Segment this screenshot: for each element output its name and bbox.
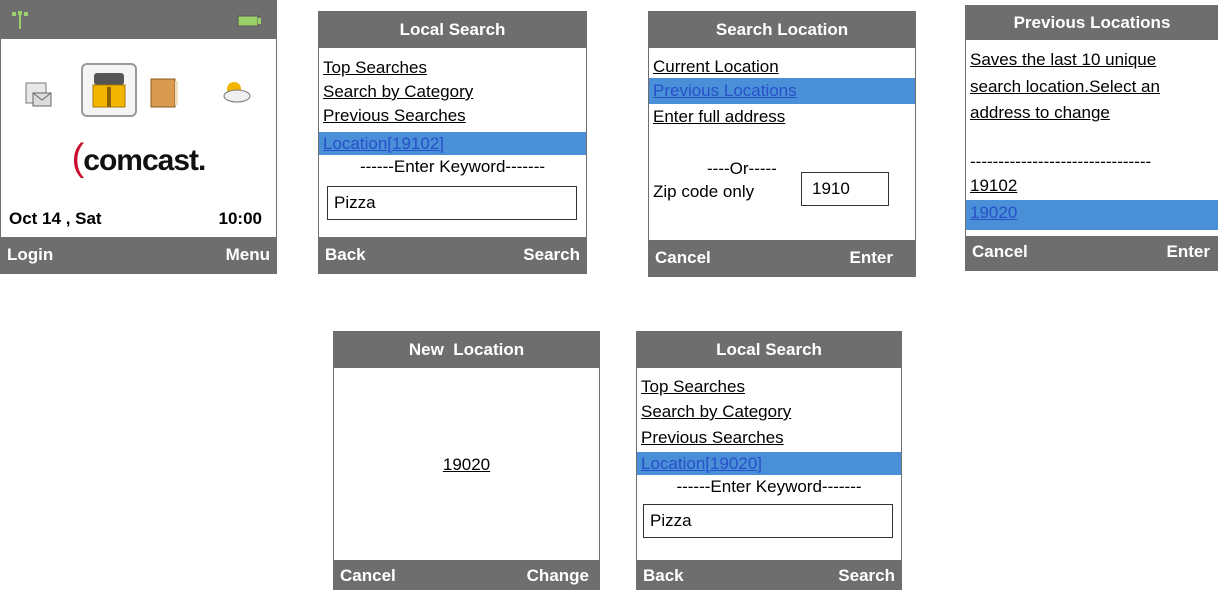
cancel-softkey[interactable]: Cancel [655, 240, 711, 276]
top-searches-link[interactable]: Top Searches [637, 375, 901, 398]
cancel-softkey[interactable]: Cancel [972, 236, 1028, 268]
back-softkey[interactable]: Back [325, 237, 366, 273]
location-link[interactable]: Location[19102] [319, 132, 586, 155]
location-link[interactable]: Location[19020] [637, 452, 901, 475]
login-softkey[interactable]: Login [7, 237, 53, 273]
signal-icon [12, 11, 28, 29]
search-by-category-link[interactable]: Search by Category [637, 400, 901, 423]
keyword-label: ------Enter Keyword------- [676, 477, 862, 496]
change-softkey[interactable]: Change [527, 561, 589, 590]
screen-title: Previous Locations [966, 6, 1218, 40]
search-softkey[interactable]: Search [523, 237, 580, 273]
previous-searches-link[interactable]: Previous Searches [319, 104, 586, 127]
phonebook-icon[interactable] [81, 63, 137, 117]
or-label: ----Or----- [707, 159, 777, 178]
location-item-19020[interactable]: 19020 [966, 200, 1218, 230]
description-line-2: search location.Select an [970, 77, 1160, 96]
weather-icon[interactable] [219, 79, 253, 105]
comcast-logo: (comcast. [1, 137, 276, 179]
zip-input[interactable]: 1910 [801, 172, 889, 206]
previous-locations-screen: Previous Locations Saves the last 10 uni… [965, 5, 1218, 271]
previous-locations-link[interactable]: Previous Locations [649, 78, 915, 104]
enter-softkey[interactable]: Enter [850, 240, 893, 276]
softkey-bar: Cancel Enter [966, 236, 1218, 270]
battery-icon [237, 15, 261, 27]
keyword-input[interactable]: Pizza [327, 186, 577, 220]
softkey-bar: Login Menu [1, 237, 276, 273]
back-softkey[interactable]: Back [643, 561, 684, 590]
screen-title: Search Location [649, 12, 915, 48]
location-item-19102[interactable]: 19102 [966, 174, 1218, 197]
description-line-1: Saves the last 10 unique [970, 50, 1157, 69]
previous-searches-link[interactable]: Previous Searches [637, 426, 901, 449]
local-search-screen: Local Search Top Searches Search by Cate… [318, 11, 587, 274]
home-time: 10:00 [218, 209, 262, 228]
softkey-bar: Cancel Change [334, 560, 599, 590]
softkey-bar: Cancel Enter [649, 240, 915, 276]
search-by-category-link[interactable]: Search by Category [319, 80, 586, 103]
enter-softkey[interactable]: Enter [1167, 236, 1210, 268]
search-location-screen: Search Location Current Location Previou… [648, 11, 916, 277]
status-bar [1, 1, 276, 39]
screen-title: Local Search [637, 332, 901, 368]
current-location-link[interactable]: Current Location [649, 55, 915, 78]
local-search-updated-screen: Local Search Top Searches Search by Cate… [636, 331, 902, 590]
screen-title: New Location [334, 332, 599, 368]
zip-label: Zip code only [653, 182, 755, 201]
keyword-input[interactable]: Pizza [643, 504, 893, 538]
logo-mark: ( [71, 137, 85, 179]
enter-full-address-link[interactable]: Enter full address [649, 105, 915, 128]
cancel-softkey[interactable]: Cancel [340, 561, 396, 590]
screen-title: Local Search [319, 12, 586, 48]
description-line-3: address to change [970, 103, 1110, 122]
message-icon[interactable] [23, 79, 55, 111]
divider: -------------------------------- [970, 152, 1152, 171]
softkey-bar: Back Search [637, 560, 901, 590]
logo-text: comcast. [83, 144, 206, 177]
menu-softkey[interactable]: Menu [226, 237, 270, 273]
home-date: Oct 14 , Sat [9, 209, 102, 228]
home-screen: (comcast. Oct 14 , Sat 10:00 Login Menu [0, 0, 277, 274]
new-location-screen: New Location 19020 Cancel Change [333, 331, 600, 590]
keyword-label: ------Enter Keyword------- [359, 157, 546, 176]
notebook-icon[interactable] [147, 75, 181, 111]
new-location-value[interactable]: 19020 [334, 455, 599, 475]
top-searches-link[interactable]: Top Searches [319, 56, 586, 79]
search-softkey[interactable]: Search [838, 561, 895, 590]
softkey-bar: Back Search [319, 237, 586, 273]
